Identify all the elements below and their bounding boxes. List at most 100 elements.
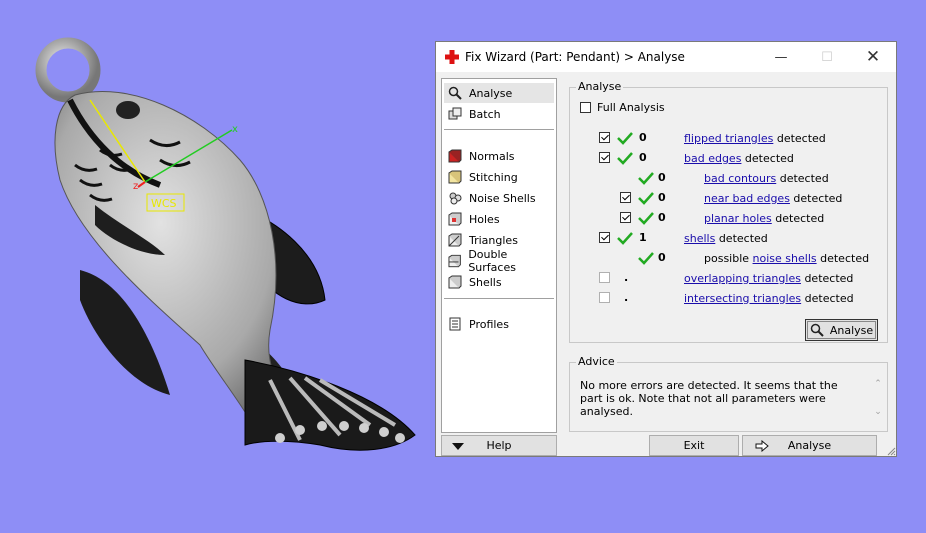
sidebar-item-label: Normals (469, 149, 515, 163)
pendant-model: z x WCS (35, 37, 416, 451)
analysis-row-link[interactable]: bad edges (684, 152, 741, 165)
sidebar-item-label: Batch (469, 107, 501, 121)
analysis-row-count: . (624, 291, 629, 304)
sidebar-item-profiles[interactable]: Profiles (444, 314, 554, 334)
advice-group-label: Advice (576, 355, 617, 368)
green-check-icon (617, 152, 633, 165)
red-cube-icon (448, 149, 462, 163)
analysis-row-link[interactable]: planar holes (704, 212, 772, 225)
stitching-cube-icon (448, 170, 462, 184)
analysis-row-link[interactable]: near bad edges (704, 192, 790, 205)
double-surfaces-icon (448, 254, 461, 268)
help-button-label: Help (486, 439, 512, 452)
analysis-row-checkbox[interactable] (599, 152, 610, 163)
sidebar-item-label: Double Surfaces (468, 248, 516, 274)
analysis-row-checkbox[interactable] (620, 192, 631, 203)
sidebar-item-label: Analyse (469, 86, 513, 100)
analysis-row-link[interactable]: bad contours (704, 172, 776, 185)
help-button[interactable]: Help (441, 435, 557, 456)
sidebar-item-stitching[interactable]: Stitching (444, 167, 554, 187)
profiles-icon (449, 317, 461, 331)
analysis-row-count: 1 (639, 231, 647, 244)
analysis-row-suffix: detected (789, 191, 843, 205)
title-bar[interactable]: Fix Wizard (Part: Pendant) > Analyse — ☐… (436, 42, 896, 72)
analysis-row-link[interactable]: noise shells (753, 252, 817, 265)
sidebar-item-analyse[interactable]: Analyse (444, 83, 554, 103)
maximize-button[interactable]: ☐ (804, 42, 850, 72)
analysis-row-suffix: detected (800, 271, 854, 285)
3d-viewport[interactable]: z x WCS (0, 0, 430, 530)
shells-cube-icon (448, 275, 462, 289)
analysis-row-checkbox[interactable] (599, 232, 610, 243)
analysis-row-checkbox[interactable] (599, 132, 610, 143)
sidebar-item-label: Holes (469, 212, 500, 226)
sidebar-item-triangles[interactable]: Triangles (444, 230, 554, 250)
analyse-button-label: Analyse (829, 323, 874, 337)
eye (116, 101, 140, 119)
green-check-icon (638, 252, 654, 265)
advice-group: No more errors are detected. It seems th… (569, 362, 888, 432)
analyse-group-label: Analyse (576, 80, 624, 93)
minimize-icon: — (774, 49, 788, 65)
sidebar-item-label: Noise Shells (469, 191, 536, 205)
red-cross-icon (445, 50, 459, 64)
sidebar-item-noise-shells[interactable]: Noise Shells (444, 188, 554, 208)
analysis-row-checkbox[interactable] (599, 292, 610, 303)
close-button[interactable]: ✕ (850, 42, 896, 72)
minimize-button[interactable]: — (758, 42, 804, 72)
analysis-row-text: near bad edges detected (704, 190, 842, 206)
analysis-row-text: bad contours detected (704, 170, 829, 186)
sidebar-divider (444, 298, 554, 299)
sidebar-item-double-surfaces[interactable]: Double Surfaces (444, 248, 554, 274)
sidebar-item-label: Profiles (469, 317, 509, 331)
noise-shells-icon (449, 192, 462, 205)
x-axis-label: x (232, 124, 238, 135)
arrow-right-icon (755, 440, 769, 452)
analysis-row-text: possible noise shells detected (704, 250, 869, 266)
full-analysis-checkbox[interactable] (580, 102, 591, 113)
analysis-row-suffix: detected (776, 171, 829, 185)
resize-grip-icon[interactable] (886, 446, 896, 456)
sidebar-item-label: Stitching (469, 170, 518, 184)
green-check-icon (617, 232, 633, 245)
analysis-row-count: . (624, 271, 629, 284)
sidebar-item-shells[interactable]: Shells (444, 272, 554, 292)
analysis-row-count: 0 (639, 131, 647, 144)
z-axis-label: z (133, 181, 138, 192)
dialog-button-bar: Help Exit Analyse (436, 435, 896, 456)
analysis-row-suffix: detected (715, 231, 768, 245)
sidebar-item-label: Triangles (469, 233, 518, 247)
green-check-icon (638, 172, 654, 185)
analysis-row-text: intersecting triangles detected (684, 290, 854, 306)
analysis-row-count: 0 (658, 171, 666, 184)
sidebar-item-holes[interactable]: Holes (444, 209, 554, 229)
sidebar-item-batch[interactable]: Batch (444, 104, 554, 124)
analysis-row-text: planar holes detected (704, 210, 824, 226)
analysis-row-suffix: detected (816, 251, 870, 265)
sidebar-item-label: Shells (469, 275, 502, 289)
scroll-down-icon[interactable]: ⌄ (871, 407, 885, 421)
close-icon: ✕ (865, 47, 881, 67)
green-check-icon (638, 212, 654, 225)
analysis-row-checkbox[interactable] (620, 212, 631, 223)
analysis-row-suffix: detected (741, 151, 794, 165)
analysis-row-checkbox[interactable] (599, 272, 610, 283)
sidebar-item-normals[interactable]: Normals (444, 146, 554, 166)
sidebar-divider (444, 129, 554, 130)
analysis-row-link[interactable]: intersecting triangles (684, 292, 801, 305)
wcs-label: WCS (151, 197, 177, 210)
analysis-row-count: 0 (639, 151, 647, 164)
analysis-row-text: overlapping triangles detected (684, 270, 853, 286)
analyse-next-button[interactable]: Analyse (742, 435, 877, 456)
exit-button[interactable]: Exit (649, 435, 739, 456)
analysis-row-link[interactable]: shells (684, 232, 715, 245)
wizard-sidebar: Analyse Batch Normals Stitching Noise Sh… (441, 78, 557, 433)
analysis-row-link[interactable]: overlapping triangles (684, 272, 801, 285)
window-title: Fix Wizard (Part: Pendant) > Analyse (465, 50, 685, 64)
analyse-button[interactable]: Analyse (805, 319, 878, 341)
scroll-up-icon[interactable]: ⌃ (871, 379, 885, 393)
analysis-row-suffix: detected (771, 211, 825, 225)
full-analysis-label: Full Analysis (597, 100, 665, 114)
analysis-row-link[interactable]: flipped triangles (684, 132, 773, 145)
green-check-icon (638, 192, 654, 205)
